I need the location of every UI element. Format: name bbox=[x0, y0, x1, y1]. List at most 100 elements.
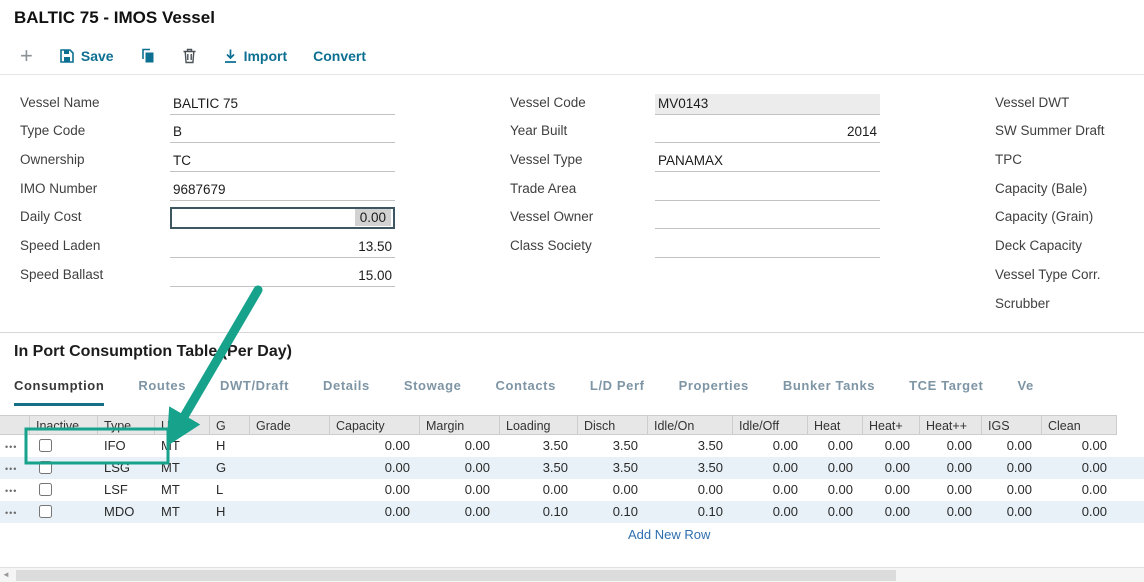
inactive-checkbox[interactable] bbox=[39, 461, 52, 474]
cell-idle-off[interactable]: 0.00 bbox=[733, 479, 808, 501]
horizontal-scrollbar[interactable]: ◄ bbox=[0, 567, 1144, 582]
tab-details[interactable]: Details bbox=[323, 378, 370, 406]
cell-idle-off[interactable]: 0.00 bbox=[733, 501, 808, 523]
cell-capacity[interactable]: 0.00 bbox=[330, 435, 420, 457]
cell-g[interactable]: L bbox=[210, 479, 250, 501]
cell-g[interactable]: H bbox=[210, 501, 250, 523]
input-vessel-name[interactable]: BALTIC 75 bbox=[170, 94, 395, 115]
tab-dwt-draft[interactable]: DWT/Draft bbox=[220, 378, 289, 406]
cell-capacity[interactable]: 0.00 bbox=[330, 479, 420, 501]
input-class-society[interactable] bbox=[655, 238, 880, 258]
cell-unit[interactable]: MT bbox=[155, 457, 210, 479]
row-menu[interactable]: ••• bbox=[0, 479, 30, 501]
cell-clean[interactable]: 0.00 bbox=[1042, 501, 1117, 523]
cell-disch[interactable]: 3.50 bbox=[578, 435, 648, 457]
cell-heat[interactable]: 0.00 bbox=[808, 435, 863, 457]
cell-grade[interactable] bbox=[250, 501, 330, 523]
cell-unit[interactable]: MT bbox=[155, 435, 210, 457]
add-button[interactable]: + bbox=[20, 45, 33, 67]
cell-idle-off[interactable]: 0.00 bbox=[733, 435, 808, 457]
cell-idle-on[interactable]: 0.10 bbox=[648, 501, 733, 523]
cell-heat[interactable]: 0.00 bbox=[863, 457, 920, 479]
tab-stowage[interactable]: Stowage bbox=[404, 378, 462, 406]
delete-button[interactable] bbox=[182, 48, 197, 64]
cell-loading[interactable]: 0.00 bbox=[500, 479, 578, 501]
cell-type[interactable]: MDO bbox=[98, 501, 155, 523]
cell-disch[interactable]: 0.00 bbox=[578, 479, 648, 501]
cell-disch[interactable]: 0.10 bbox=[578, 501, 648, 523]
cell-disch[interactable]: 3.50 bbox=[578, 457, 648, 479]
cell-unit[interactable]: MT bbox=[155, 501, 210, 523]
inactive-checkbox[interactable] bbox=[39, 439, 52, 452]
tab-consumption[interactable]: Consumption bbox=[14, 378, 104, 406]
cell-heat[interactable]: 0.00 bbox=[808, 501, 863, 523]
inactive-checkbox[interactable] bbox=[39, 483, 52, 496]
cell-igs[interactable]: 0.00 bbox=[982, 479, 1042, 501]
save-button[interactable]: Save bbox=[59, 48, 114, 64]
copy-button[interactable] bbox=[140, 48, 156, 64]
input-speed-ballast[interactable]: 15.00 bbox=[170, 266, 395, 287]
cell-heat[interactable]: 0.00 bbox=[863, 501, 920, 523]
cell-heat[interactable]: 0.00 bbox=[920, 435, 982, 457]
cell-type[interactable]: LSG bbox=[98, 457, 155, 479]
add-new-row-link[interactable]: Add New Row bbox=[628, 527, 710, 542]
tab-properties[interactable]: Properties bbox=[679, 378, 749, 406]
cell-loading[interactable]: 0.10 bbox=[500, 501, 578, 523]
input-trade-area[interactable] bbox=[655, 181, 880, 201]
cell-heat[interactable]: 0.00 bbox=[808, 479, 863, 501]
cell-idle-on[interactable]: 3.50 bbox=[648, 435, 733, 457]
cell-igs[interactable]: 0.00 bbox=[982, 501, 1042, 523]
cell-capacity[interactable]: 0.00 bbox=[330, 457, 420, 479]
input-type-code[interactable]: B bbox=[170, 122, 395, 143]
cell-g[interactable]: G bbox=[210, 457, 250, 479]
scrollbar-thumb[interactable] bbox=[16, 570, 896, 581]
row-menu[interactable]: ••• bbox=[0, 457, 30, 479]
cell-clean[interactable]: 0.00 bbox=[1042, 479, 1117, 501]
cell-margin[interactable]: 0.00 bbox=[420, 479, 500, 501]
scrollbar-left-arrow-icon[interactable]: ◄ bbox=[2, 570, 10, 579]
cell-grade[interactable] bbox=[250, 457, 330, 479]
cell-grade[interactable] bbox=[250, 435, 330, 457]
tab-bunker-tanks[interactable]: Bunker Tanks bbox=[783, 378, 875, 406]
cell-type[interactable]: IFO bbox=[98, 435, 155, 457]
cell-grade[interactable] bbox=[250, 479, 330, 501]
tab-tce-target[interactable]: TCE Target bbox=[909, 378, 983, 406]
cell-type[interactable]: LSF bbox=[98, 479, 155, 501]
cell-idle-off[interactable]: 0.00 bbox=[733, 457, 808, 479]
convert-button[interactable]: Convert bbox=[313, 48, 366, 64]
cell-heat[interactable]: 0.00 bbox=[863, 479, 920, 501]
cell-heat[interactable]: 0.00 bbox=[808, 457, 863, 479]
tab-routes[interactable]: Routes bbox=[138, 378, 186, 406]
input-year-built[interactable]: 2014 bbox=[655, 122, 880, 143]
row-menu[interactable]: ••• bbox=[0, 435, 30, 457]
cell-idle-on[interactable]: 0.00 bbox=[648, 479, 733, 501]
cell-heat[interactable]: 0.00 bbox=[863, 435, 920, 457]
cell-heat[interactable]: 0.00 bbox=[920, 479, 982, 501]
cell-idle-on[interactable]: 3.50 bbox=[648, 457, 733, 479]
tab-ve[interactable]: Ve bbox=[1018, 378, 1034, 406]
cell-margin[interactable]: 0.00 bbox=[420, 501, 500, 523]
row-menu[interactable]: ••• bbox=[0, 501, 30, 523]
input-ownership[interactable]: TC bbox=[170, 151, 395, 172]
cell-margin[interactable]: 0.00 bbox=[420, 457, 500, 479]
input-speed-laden[interactable]: 13.50 bbox=[170, 237, 395, 258]
input-vessel-type[interactable]: PANAMAX bbox=[655, 151, 880, 172]
cell-clean[interactable]: 0.00 bbox=[1042, 435, 1117, 457]
cell-unit[interactable]: MT bbox=[155, 479, 210, 501]
input-daily-cost[interactable]: 0.00 bbox=[170, 207, 395, 229]
inactive-checkbox[interactable] bbox=[39, 505, 52, 518]
cell-loading[interactable]: 3.50 bbox=[500, 457, 578, 479]
cell-margin[interactable]: 0.00 bbox=[420, 435, 500, 457]
cell-capacity[interactable]: 0.00 bbox=[330, 501, 420, 523]
input-vessel-code[interactable]: MV0143 bbox=[655, 94, 880, 115]
cell-igs[interactable]: 0.00 bbox=[982, 457, 1042, 479]
cell-heat[interactable]: 0.00 bbox=[920, 501, 982, 523]
cell-heat[interactable]: 0.00 bbox=[920, 457, 982, 479]
cell-loading[interactable]: 3.50 bbox=[500, 435, 578, 457]
cell-g[interactable]: H bbox=[210, 435, 250, 457]
tab-l-d-perf[interactable]: L/D Perf bbox=[590, 378, 645, 406]
import-button[interactable]: Import bbox=[223, 48, 288, 64]
input-vessel-owner[interactable] bbox=[655, 209, 880, 229]
tab-contacts[interactable]: Contacts bbox=[496, 378, 556, 406]
input-imo-number[interactable]: 9687679 bbox=[170, 180, 395, 201]
